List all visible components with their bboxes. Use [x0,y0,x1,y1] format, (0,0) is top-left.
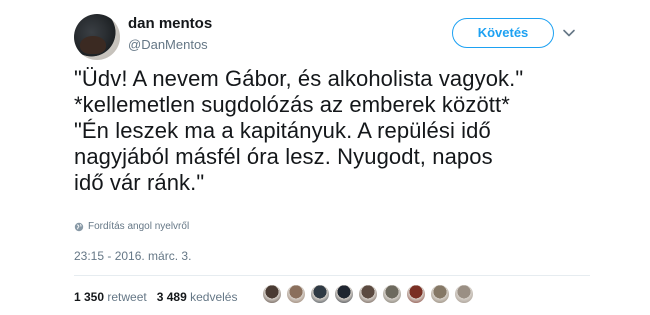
translate-link[interactable]: Fordítás angol nyelvről [74,221,189,232]
liker-avatar[interactable] [454,284,474,304]
tweet-text-line: *kellemetlen sugdolózás az emberek közöt… [74,92,510,117]
divider [74,275,590,276]
retweet-count: 1 350 [74,290,105,304]
chevron-down-icon[interactable] [562,26,576,40]
liker-avatar[interactable] [262,284,282,304]
liker-avatar[interactable] [382,284,402,304]
liker-avatar[interactable] [358,284,378,304]
tweet-stats: 1 350 retweet 3 489 kedvelés [74,290,237,304]
liker-avatar[interactable] [310,284,330,304]
tweet-text-line: nagyjából másfél óra lesz. Nyugodt, napo… [74,144,493,169]
liker-avatar[interactable] [286,284,306,304]
user-handle[interactable]: @DanMentos [128,37,208,52]
retweet-stat[interactable]: 1 350 retweet [74,290,147,304]
globe-icon [74,222,84,231]
tweet-card: dan mentos @DanMentos Követés "Üdv! A ne… [0,0,650,315]
like-count: 3 489 [156,290,187,304]
tweet-text-line: idő vár ránk." [74,170,205,195]
liker-avatar[interactable] [430,284,450,304]
like-stat[interactable]: 3 489 kedvelés [157,290,238,304]
tweet-text-line: "Én leszek ma a kapitányuk. A repülési i… [74,118,491,143]
liker-avatar[interactable] [334,284,354,304]
avatar[interactable] [74,14,120,60]
tweet-text-line: "Üdv! A nevem Gábor, és alkoholista vagy… [74,66,524,91]
display-name[interactable]: dan mentos [128,15,212,32]
liker-avatars [262,284,474,304]
retweet-label: retweet [107,290,147,304]
timestamp[interactable]: 23:15 - 2016. márc. 3. [74,249,191,263]
tweet-text: "Üdv! A nevem Gábor, és alkoholista vagy… [74,66,594,196]
translate-label: Fordítás angol nyelvről [88,221,190,232]
like-label: kedvelés [190,290,238,304]
liker-avatar[interactable] [406,284,426,304]
follow-button[interactable]: Követés [452,18,554,48]
